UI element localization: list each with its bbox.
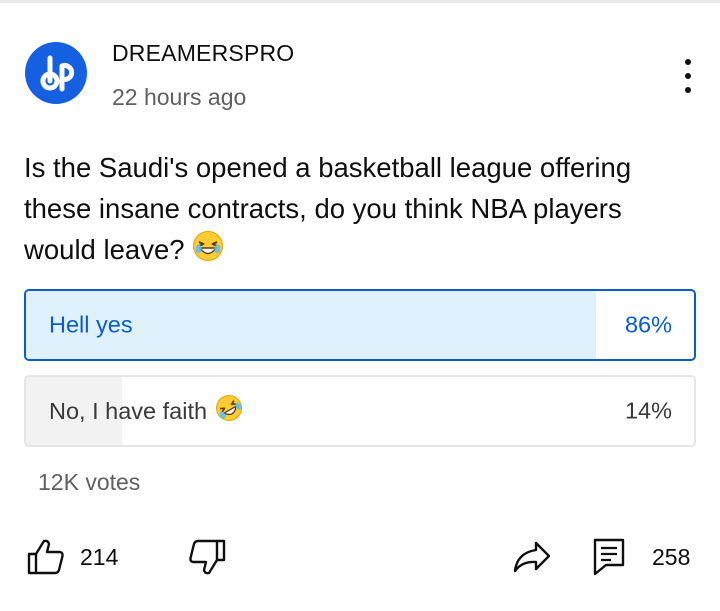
comment-button[interactable]: 258 bbox=[592, 532, 690, 582]
thumbs-down-icon bbox=[189, 539, 226, 575]
thumbs-up-icon bbox=[27, 539, 64, 575]
more-vert-icon bbox=[685, 59, 691, 65]
rolling-on-floor-laughing-icon bbox=[215, 394, 243, 428]
like-count: 214 bbox=[80, 543, 119, 570]
like-button[interactable]: 214 bbox=[26, 532, 118, 582]
channel-name[interactable]: DREAMERSPRO bbox=[112, 40, 294, 67]
channel-avatar[interactable] bbox=[25, 42, 87, 104]
post-timestamp: 22 hours ago bbox=[112, 84, 247, 110]
post-text-container: Is the Saudi's opened a basketball leagu… bbox=[24, 147, 694, 273]
post-text: Is the Saudi's opened a basketball leagu… bbox=[24, 152, 632, 265]
poll-option-label: Hell yes bbox=[49, 311, 133, 338]
poll-option-no-i-have-faith[interactable]: No, I have faith 14% bbox=[24, 375, 696, 447]
comment-icon bbox=[593, 538, 625, 576]
more-options-button[interactable] bbox=[674, 56, 702, 96]
poll-option-hell-yes[interactable]: Hell yes 86% bbox=[24, 289, 696, 361]
poll-option-percent: 86% bbox=[624, 311, 672, 338]
comment-count: 258 bbox=[652, 543, 691, 570]
poll-option-label: No, I have faith bbox=[49, 394, 243, 428]
dislike-button[interactable] bbox=[187, 532, 227, 582]
top-divider bbox=[0, 0, 720, 3]
share-arrow-icon bbox=[513, 541, 551, 573]
grinning-squinting-tears-of-joy-icon bbox=[192, 230, 224, 273]
dreamerspro-logo-icon bbox=[40, 55, 75, 92]
vote-count: 12K votes bbox=[38, 469, 141, 495]
poll-option-percent: 14% bbox=[624, 397, 672, 424]
share-button[interactable] bbox=[512, 532, 552, 582]
